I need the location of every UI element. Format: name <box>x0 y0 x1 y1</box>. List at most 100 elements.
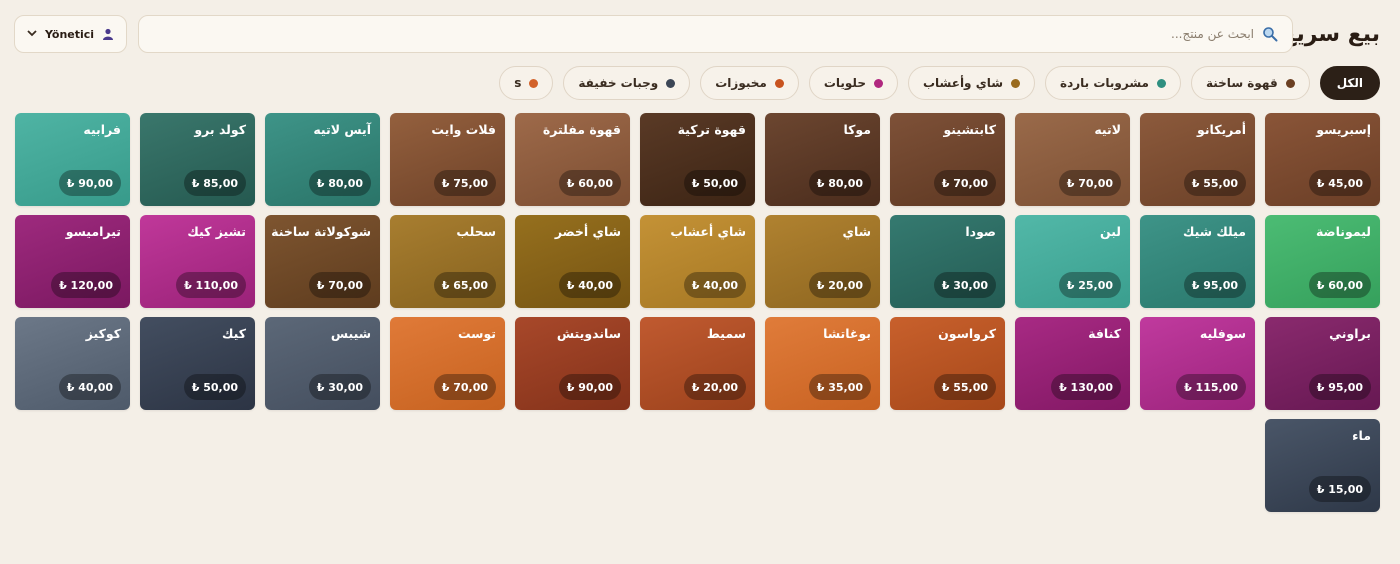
category-label: شاي وأعشاب <box>922 76 1003 90</box>
product-card[interactable]: سحلب ₺ 65,00 <box>390 215 505 308</box>
product-card[interactable]: بوغاتشا ₺ 35,00 <box>765 317 880 410</box>
category-chip[interactable]: وجبات خفيفة <box>563 66 691 100</box>
product-name: كولد برو <box>194 122 246 137</box>
product-name: تيراميسو <box>65 224 121 239</box>
product-price: ₺ 70,00 <box>933 170 996 196</box>
product-card[interactable]: كولد برو ₺ 85,00 <box>140 113 255 206</box>
product-card[interactable]: ماء ₺ 15,00 <box>1265 419 1380 512</box>
product-price: ₺ 55,00 <box>1183 170 1246 196</box>
product-card[interactable]: كرواسون ₺ 55,00 <box>890 317 1005 410</box>
product-card[interactable]: صودا ₺ 30,00 <box>890 215 1005 308</box>
product-card[interactable]: لبن ₺ 25,00 <box>1015 215 1130 308</box>
product-card[interactable]: شيبس ₺ 30,00 <box>265 317 380 410</box>
category-dot-icon <box>1011 78 1020 88</box>
product-name: ميلك شيك <box>1183 224 1246 239</box>
product-price: ₺ 70,00 <box>1058 170 1121 196</box>
product-card[interactable]: لاتيه ₺ 70,00 <box>1015 113 1130 206</box>
product-card[interactable]: آيس لاتيه ₺ 80,00 <box>265 113 380 206</box>
category-label: قهوة ساخنة <box>1205 76 1278 90</box>
category-dot-icon <box>529 78 539 88</box>
product-price: ₺ 70,00 <box>308 272 371 298</box>
search-input[interactable] <box>174 27 1254 41</box>
product-name: إسبريسو <box>1316 122 1371 137</box>
product-price: ₺ 50,00 <box>183 374 246 400</box>
product-price: ₺ 60,00 <box>1308 272 1371 298</box>
product-name: صودا <box>965 224 996 239</box>
product-name: سحلب <box>456 224 496 239</box>
page-title: بيع سريع <box>1281 22 1380 47</box>
product-card[interactable]: توست ₺ 70,00 <box>390 317 505 410</box>
product-card[interactable]: سميط ₺ 20,00 <box>640 317 755 410</box>
product-price: ₺ 90,00 <box>558 374 621 400</box>
product-card[interactable]: شاي أعشاب ₺ 40,00 <box>640 215 755 308</box>
product-card[interactable]: ميلك شيك ₺ 95,00 <box>1140 215 1255 308</box>
product-card[interactable]: ساندويتش ₺ 90,00 <box>515 317 630 410</box>
product-price: ₺ 115,00 <box>1176 374 1246 400</box>
product-card[interactable]: قهوة تركية ₺ 50,00 <box>640 113 755 206</box>
product-name: ليموناضة <box>1315 224 1371 239</box>
product-name: براوني <box>1329 326 1371 341</box>
product-name: كرواسون <box>938 326 996 341</box>
product-price: ₺ 50,00 <box>683 170 746 196</box>
product-name: شاي <box>842 224 871 239</box>
product-card[interactable]: شوكولاتة ساخنة ₺ 70,00 <box>265 215 380 308</box>
product-grid: إسبريسو ₺ 45,00 أمريكانو ₺ 55,00 لاتيه ₺ 70,0… <box>14 113 1380 512</box>
category-label: حلويات <box>823 76 866 90</box>
product-name: أمريكانو <box>1197 122 1246 137</box>
search-box[interactable] <box>138 15 1293 53</box>
product-card[interactable]: فلات وايت ₺ 75,00 <box>390 113 505 206</box>
product-card[interactable]: سوفليه ₺ 115,00 <box>1140 317 1255 410</box>
product-card[interactable]: كابتشينو ₺ 70,00 <box>890 113 1005 206</box>
category-dot-icon <box>666 78 676 88</box>
product-price: ₺ 55,00 <box>933 374 996 400</box>
category-chip[interactable]: حلويات <box>808 66 898 100</box>
product-name: فلات وايت <box>431 122 496 137</box>
product-card[interactable]: موكا ₺ 80,00 <box>765 113 880 206</box>
category-chip[interactable]: s <box>499 66 554 100</box>
product-card[interactable]: تيراميسو ₺ 120,00 <box>15 215 130 308</box>
product-card[interactable]: براوني ₺ 95,00 <box>1265 317 1380 410</box>
product-name: موكا <box>843 122 871 137</box>
product-card[interactable]: كيك ₺ 50,00 <box>140 317 255 410</box>
product-name: قهوة مفلترة <box>542 122 621 137</box>
product-card[interactable]: قهوة مفلترة ₺ 60,00 <box>515 113 630 206</box>
category-label: مخبوزات <box>715 76 767 90</box>
product-price: ₺ 85,00 <box>183 170 246 196</box>
product-card[interactable]: شاي أخضر ₺ 40,00 <box>515 215 630 308</box>
product-price: ₺ 30,00 <box>308 374 371 400</box>
category-chip[interactable]: قهوة ساخنة <box>1190 66 1310 100</box>
product-price: ₺ 40,00 <box>58 374 121 400</box>
product-name: لبن <box>1099 224 1121 239</box>
product-price: ₺ 60,00 <box>558 170 621 196</box>
product-name: كنافة <box>1088 326 1121 341</box>
category-label: مشروبات باردة <box>1060 76 1149 90</box>
category-chip[interactable]: الكل <box>1319 66 1380 100</box>
user-menu-button[interactable]: Yönetici <box>14 15 127 53</box>
category-dot-icon <box>1285 78 1295 88</box>
category-chip[interactable]: شاي وأعشاب <box>907 66 1035 100</box>
product-card[interactable]: إسبريسو ₺ 45,00 <box>1265 113 1380 206</box>
product-card[interactable]: كنافة ₺ 130,00 <box>1015 317 1130 410</box>
product-name: ساندويتش <box>556 326 621 341</box>
product-name: سوفليه <box>1199 326 1246 341</box>
chevron-down-icon <box>27 29 37 40</box>
category-chip[interactable]: مخبوزات <box>700 66 799 100</box>
search-icon <box>1263 27 1278 42</box>
category-chip[interactable]: مشروبات باردة <box>1045 66 1181 100</box>
product-card[interactable]: ليموناضة ₺ 60,00 <box>1265 215 1380 308</box>
product-card[interactable]: شاي ₺ 20,00 <box>765 215 880 308</box>
product-name: شيبس <box>330 326 371 341</box>
product-card[interactable]: تشيز كيك ₺ 110,00 <box>140 215 255 308</box>
product-price: ₺ 40,00 <box>683 272 746 298</box>
product-card[interactable]: أمريكانو ₺ 55,00 <box>1140 113 1255 206</box>
product-price: ₺ 40,00 <box>558 272 621 298</box>
category-label: الكل <box>1336 76 1363 90</box>
product-card[interactable]: كوكيز ₺ 40,00 <box>15 317 130 410</box>
product-price: ₺ 20,00 <box>683 374 746 400</box>
product-name: ماء <box>1352 428 1371 443</box>
product-name: كابتشينو <box>943 122 996 137</box>
product-price: ₺ 70,00 <box>433 374 496 400</box>
product-name: لاتيه <box>1094 122 1121 137</box>
product-price: ₺ 95,00 <box>1183 272 1246 298</box>
product-card[interactable]: فرابيه ₺ 90,00 <box>15 113 130 206</box>
